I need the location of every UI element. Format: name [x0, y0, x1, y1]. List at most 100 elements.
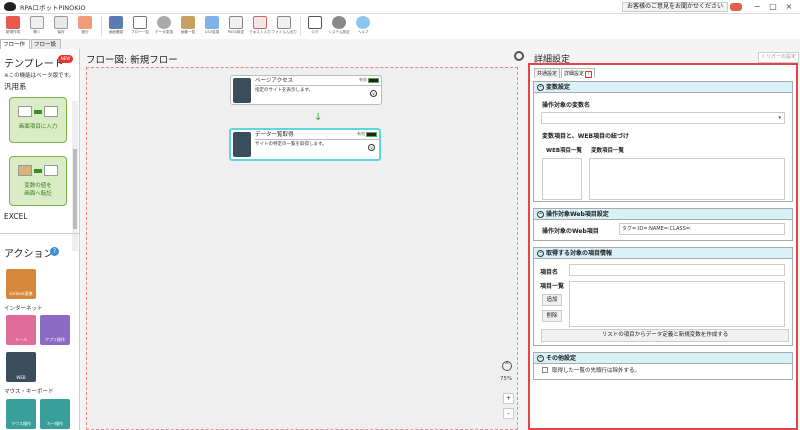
tab-label: 詳細設定 — [564, 71, 585, 77]
section-header[interactable]: ^ その他設定 — [534, 353, 792, 364]
node-toggle[interactable] — [368, 78, 379, 83]
action-category-internet: インターネット — [4, 306, 43, 312]
action-keyboard[interactable]: キー操作 — [40, 399, 70, 429]
web-item-field[interactable]: タグ=:ID=:NAME=:CLASS=: — [619, 223, 785, 235]
web-icon — [233, 78, 251, 103]
trigger-button[interactable]: トリガーの設定 — [758, 52, 800, 63]
template-card-transfer[interactable]: 変数の値を 画面へ転記 — [9, 156, 67, 206]
chevron-down-icon[interactable]: v — [368, 144, 375, 151]
save-icon — [54, 16, 68, 29]
chevron-up-icon[interactable]: ^ — [502, 361, 512, 371]
title-bar: RPAロボットPINOKIO お客様のご意見をお聞かせください − □ × — [0, 0, 800, 14]
action-app[interactable]: アプリ操作 — [40, 315, 70, 345]
template-card-input[interactable]: 画面項目に入力 — [9, 97, 67, 143]
zoom-out-button[interactable]: - — [503, 408, 514, 419]
section-web-item: ^ 操作対象Web項目設定 操作対象のWeb項目 タグ=:ID=:NAME=:CL… — [533, 208, 793, 241]
section-header[interactable]: ^ 操作対象Web項目設定 — [534, 209, 792, 220]
text-input-button[interactable]: テキスト入力 — [249, 14, 271, 39]
search-icon[interactable] — [514, 51, 524, 61]
open-button[interactable]: 開く — [26, 14, 48, 39]
flow-node-page-access[interactable]: ページアクセス 有効 指定のサイトを表示します。 v — [230, 75, 382, 105]
exclude-first-row-checkbox[interactable] — [542, 367, 548, 373]
image-list-button[interactable]: 画像一覧 — [177, 14, 199, 39]
node-description: 指定のサイトを表示します。 — [255, 88, 314, 93]
file-io-button[interactable]: ファイル入出力 — [271, 14, 297, 39]
node-toggle[interactable] — [366, 132, 377, 137]
divider — [0, 233, 79, 234]
chevron-up-icon[interactable]: ^ — [537, 211, 544, 218]
gear-icon — [332, 16, 346, 29]
save-button[interactable]: 保存 — [50, 14, 72, 39]
box-icon — [18, 165, 32, 176]
screen-check-button[interactable]: 画面確認 — [105, 14, 127, 39]
chevron-up-icon[interactable]: ^ — [537, 84, 544, 91]
data-convert-button[interactable]: データ変換 — [153, 14, 175, 39]
log-button[interactable]: ログ — [304, 14, 326, 39]
variable-name-label: 操作対象の変数名 — [542, 102, 591, 109]
action-web[interactable]: WEB — [6, 352, 36, 382]
close-button[interactable]: × — [782, 1, 796, 13]
detail-tabs: 共通設定 詳細設定! — [534, 68, 596, 78]
chevron-up-icon[interactable]: ^ — [537, 355, 544, 362]
minimize-button[interactable]: − — [750, 1, 764, 13]
node-status: 有効 — [357, 131, 365, 136]
tab-flow-settings[interactable]: フロー設定 — [31, 39, 61, 58]
system-settings-button[interactable]: システム設定 — [328, 14, 350, 39]
zoom-in-button[interactable]: + — [503, 393, 514, 404]
toolbar-divider — [101, 16, 102, 36]
detail-panel: 共通設定 詳細設定! ^ 変数設定 操作対象の変数名 ▾ 変数項目と、WEB項目の… — [528, 63, 798, 430]
template-heading: テンプレート — [4, 59, 64, 70]
flow-node-data-list[interactable]: データ一覧取得 有効 サイトの特定の一覧を取得します。 v — [229, 128, 381, 161]
help-button[interactable]: ヘルプ — [352, 14, 374, 39]
maximize-button[interactable]: □ — [766, 1, 780, 13]
open-icon — [30, 16, 44, 29]
variable-items-list[interactable] — [589, 158, 785, 200]
csv-button[interactable]: CSV変換 — [201, 14, 223, 39]
delete-button[interactable]: 削除 — [542, 310, 562, 322]
new-button[interactable]: 新規作成 — [2, 14, 24, 39]
item-name-field[interactable] — [569, 264, 785, 276]
left-tabs: フロー作成 フロー設定 — [0, 39, 62, 58]
chevron-down-icon[interactable]: v — [370, 90, 377, 97]
actions-help-icon[interactable]: ? — [50, 247, 59, 256]
run-button[interactable]: 実行 — [74, 14, 96, 39]
template-category-excel: EXCEL — [4, 212, 28, 221]
action-category-mouse: マウス・キーボード — [4, 389, 54, 395]
help-icon — [356, 16, 370, 29]
form-icon — [44, 106, 58, 117]
canvas-title: フロー図: 新規フロー — [86, 55, 178, 66]
warning-icon: ! — [585, 71, 593, 78]
arrow-right-icon — [34, 168, 42, 173]
pass-button[interactable]: PASS設定 — [225, 14, 247, 39]
feedback-icon[interactable] — [730, 3, 742, 11]
section-header[interactable]: ^ 取得する対象の項目情報 — [534, 248, 792, 259]
section-variable: ^ 変数設定 操作対象の変数名 ▾ 変数項目と、WEB項目の紐づけ WEB項目一覧… — [533, 81, 793, 202]
template-card-label: 画面項目に入力 — [18, 124, 58, 130]
variable-name-select[interactable]: ▾ — [541, 112, 785, 124]
flow-canvas[interactable]: ページアクセス 有効 指定のサイトを表示します。 v データ一覧取得 有効 サイ… — [86, 67, 518, 430]
action-kintone[interactable]: kintone連携 — [6, 269, 36, 299]
tab-flow-create[interactable]: フロー作成 — [0, 39, 30, 58]
section-title: 取得する対象の項目情報 — [546, 250, 613, 257]
flow-list-button[interactable]: フロー一覧 — [129, 14, 151, 39]
flow-arrow-icon: ↓ — [314, 112, 323, 123]
file-io-icon — [277, 16, 291, 29]
tab-common-settings[interactable]: 共通設定 — [534, 68, 561, 78]
section-other: ^ その他設定 取得した一覧の先頭行は除外する。 — [533, 352, 793, 380]
dropdown-arrow-icon: ▾ — [778, 115, 781, 121]
item-list[interactable] — [569, 281, 785, 327]
item-name-label: 項目名 — [540, 269, 559, 276]
mapping-label: 変数項目と、WEB項目の紐づけ — [542, 133, 630, 140]
create-definition-button[interactable]: リストの項目からデータ定義と新規変数を作成する — [541, 329, 789, 342]
chevron-up-icon[interactable]: ^ — [537, 250, 544, 257]
node-description: サイトの特定の一覧を取得します。 — [255, 142, 327, 147]
action-mail[interactable]: メール — [6, 315, 36, 345]
tab-detail-settings[interactable]: 詳細設定! — [561, 68, 596, 78]
feedback-button[interactable]: お客様のご意見をお聞かせください — [621, 2, 728, 12]
action-mouse[interactable]: マウス操作 — [6, 399, 36, 429]
template-scroll-thumb[interactable] — [73, 149, 77, 229]
log-icon — [308, 16, 322, 29]
web-items-list[interactable] — [542, 158, 582, 200]
section-header[interactable]: ^ 変数設定 — [534, 82, 792, 93]
add-button[interactable]: 追加 — [542, 294, 562, 306]
